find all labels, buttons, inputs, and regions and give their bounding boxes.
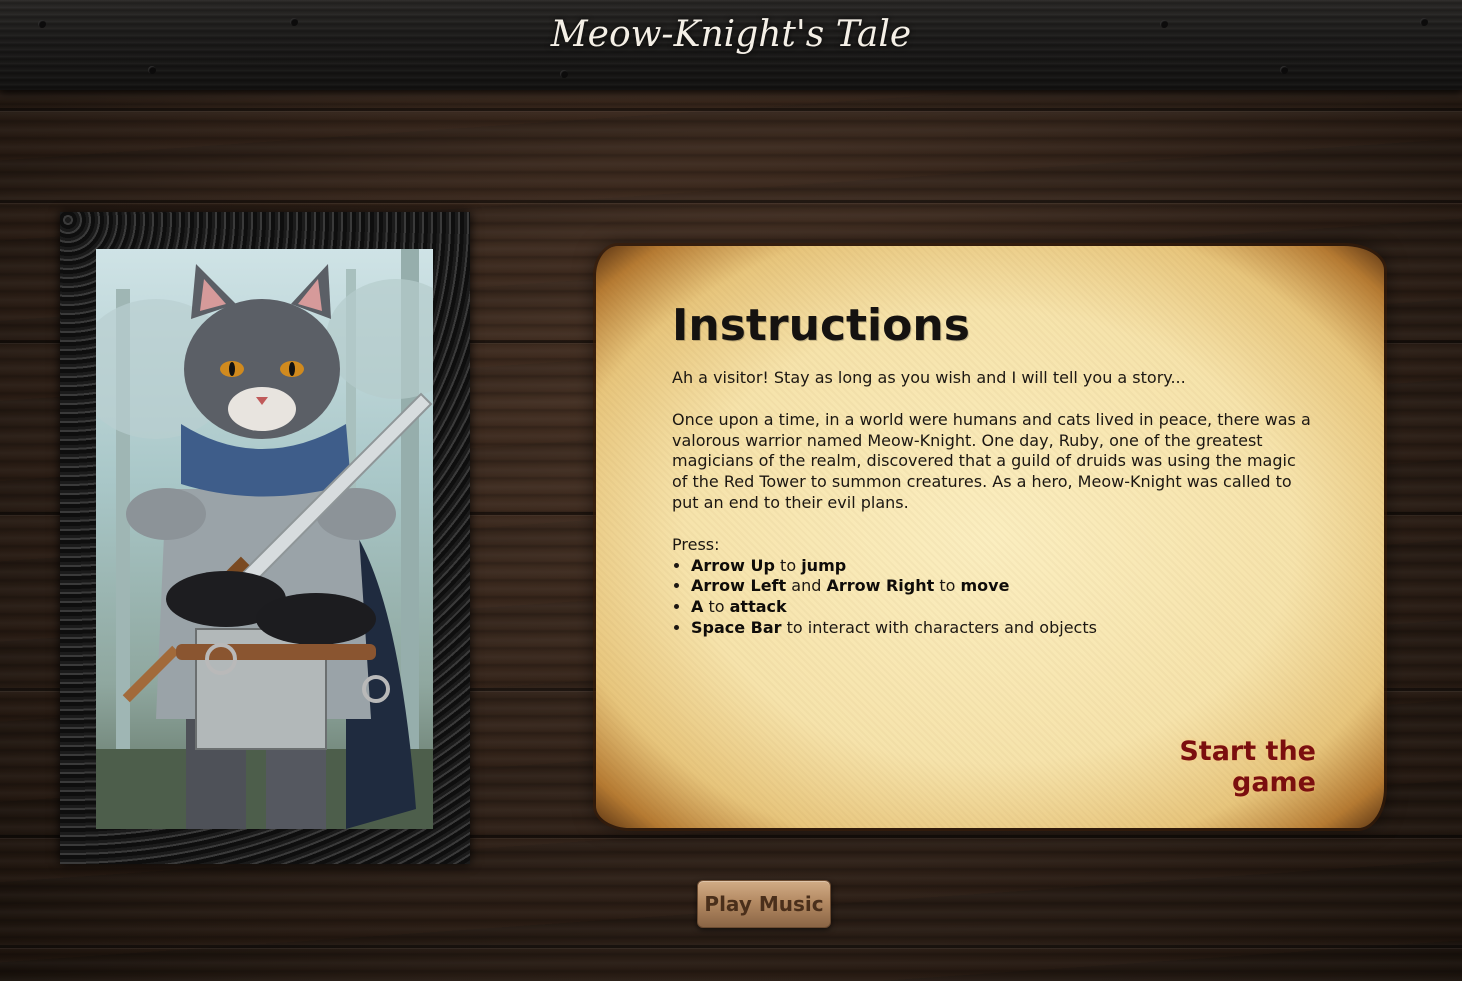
wood-plank-seam xyxy=(0,200,1462,203)
story-text: Once upon a time, in a world were humans… xyxy=(672,409,1311,512)
cat-knight-illustration xyxy=(96,249,433,829)
start-game-link[interactable]: Start the game xyxy=(1100,736,1316,798)
connector-text: to interact with characters and objects xyxy=(781,617,1097,637)
instructions-heading: Instructions xyxy=(672,300,970,351)
action-label: move xyxy=(960,576,1010,596)
rivet-icon xyxy=(560,70,568,78)
connector-text: to xyxy=(774,555,802,575)
control-item-attack: A to attack xyxy=(691,597,1312,618)
control-item-move: Arrow Left and Arrow Right to move xyxy=(691,576,1312,597)
connector-text: to xyxy=(703,597,730,617)
instructions-body: Ah a visitor! Stay as long as you wish a… xyxy=(672,368,1312,639)
page-title: Meow-Knight's Tale xyxy=(550,14,912,55)
controls-list: Arrow Up to jump Arrow Left and Arrow Ri… xyxy=(672,556,1312,639)
action-label: attack xyxy=(729,597,787,617)
key-label: Arrow Right xyxy=(826,576,935,596)
play-music-button[interactable]: Play Music xyxy=(697,880,831,928)
wood-plank-seam xyxy=(0,945,1462,948)
key-label: Arrow Left xyxy=(691,576,787,596)
header-bar: Meow-Knight's Tale xyxy=(0,0,1462,90)
rivet-icon xyxy=(1280,66,1288,74)
rivet-icon xyxy=(148,66,156,74)
intro-text: Ah a visitor! Stay as long as you wish a… xyxy=(672,368,1186,387)
connector-text: to xyxy=(934,576,961,596)
key-label: A xyxy=(691,597,704,617)
cat-knight-portrait xyxy=(96,249,433,829)
control-item-interact: Space Bar to interact with characters an… xyxy=(691,618,1312,639)
key-label: Arrow Up xyxy=(691,555,775,575)
action-label: jump xyxy=(801,555,847,575)
control-item-jump: Arrow Up to jump xyxy=(691,556,1312,577)
key-label: Space Bar xyxy=(691,617,782,637)
connector-text: and xyxy=(786,576,827,596)
press-label: Press: xyxy=(672,534,720,554)
wood-plank-seam xyxy=(0,108,1462,111)
